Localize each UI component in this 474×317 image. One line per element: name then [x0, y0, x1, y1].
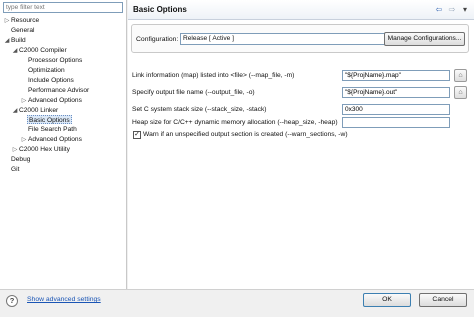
- heap-size-label: Heap size for C/C++ dynamic memory alloc…: [132, 119, 338, 126]
- tree-item-label: Git: [11, 166, 20, 173]
- tree-item-compiler-advanced-options[interactable]: ▷ Advanced Options: [20, 96, 82, 105]
- map-file-label: Link information (map) listed into <file…: [132, 72, 295, 79]
- tree-item-processor-options[interactable]: Processor Options: [28, 56, 82, 65]
- tree-item-label: C2000 Linker: [19, 107, 59, 114]
- tree-item-performance-advisor[interactable]: Performance Advisor: [28, 86, 89, 95]
- filter-input[interactable]: [3, 2, 123, 13]
- dialog-button-bar: ? Show advanced settings OK Cancel: [0, 289, 474, 317]
- tree-item-resource[interactable]: ▷ Resource: [3, 16, 40, 26]
- configuration-select[interactable]: Release [ Active ] ▼: [180, 33, 408, 45]
- tree-item-optimization[interactable]: Optimization: [28, 66, 65, 75]
- manage-configurations-button[interactable]: Manage Configurations...: [384, 32, 465, 46]
- tree-item-basic-options[interactable]: Basic Options: [27, 115, 72, 124]
- tree-item-c2000-compiler[interactable]: ◢ C2000 Compiler: [11, 46, 67, 55]
- settings-tree-pane: ▷Resource General ◢Build ◢C2000 Compiler…: [0, 0, 127, 289]
- expand-icon[interactable]: ▷: [20, 97, 28, 106]
- back-arrow-icon[interactable]: ⇦: [433, 4, 445, 15]
- tree-item-hex-utility[interactable]: ▷ C2000 Hex Utility: [11, 145, 70, 154]
- tree-item-label: Performance Advisor: [28, 87, 90, 94]
- expand-icon[interactable]: ▷: [3, 17, 11, 26]
- heap-size-input[interactable]: [342, 117, 450, 128]
- tree-item-label: Optimization: [28, 67, 65, 74]
- stack-size-input[interactable]: [342, 104, 450, 115]
- tree-item-label: Debug: [11, 156, 31, 163]
- settings-panel: Basic Options ⇦ ⇨ ▾ Configuration: Relea…: [128, 0, 474, 289]
- tree-item-general[interactable]: General: [3, 26, 34, 35]
- page-title: Basic Options: [133, 5, 187, 14]
- tree-item-label: C2000 Hex Utility: [19, 146, 70, 153]
- tree-item-c2000-linker[interactable]: ◢ C2000 Linker: [11, 106, 59, 116]
- collapse-icon[interactable]: ◢: [11, 47, 19, 56]
- tree-item-file-search-path[interactable]: File Search Path: [28, 125, 77, 134]
- configuration-label: Configuration:: [136, 36, 179, 43]
- configuration-value: Release [ Active ]: [183, 35, 234, 42]
- map-file-input[interactable]: [342, 70, 450, 81]
- tree-item-label: Processor Options: [28, 57, 83, 64]
- tree-item-build[interactable]: ◢ Build: [3, 36, 26, 45]
- output-file-input[interactable]: [342, 87, 450, 98]
- forward-arrow-icon[interactable]: ⇨: [446, 4, 458, 15]
- tree-item-debug[interactable]: Debug: [3, 155, 30, 164]
- tree-item-label: Basic Options: [29, 117, 70, 124]
- tree-item-label: Advanced Options: [28, 136, 82, 143]
- output-file-label: Specify output file name (--output_file,…: [132, 89, 255, 96]
- cancel-button[interactable]: Cancel: [419, 293, 467, 307]
- tree-item-label: Build: [11, 37, 26, 44]
- help-icon[interactable]: ?: [6, 295, 18, 307]
- show-advanced-settings-link[interactable]: Show advanced settings: [27, 296, 101, 303]
- tree-item-linker-advanced-options[interactable]: ▷ Advanced Options: [20, 135, 82, 144]
- tree-item-label: File Search Path: [28, 126, 77, 133]
- warn-sections-checkbox[interactable]: ✓: [133, 131, 141, 139]
- expand-icon[interactable]: ▷: [11, 146, 19, 155]
- browse-file-icon[interactable]: ⌂: [454, 69, 467, 82]
- tree-item-include-options[interactable]: Include Options: [28, 76, 74, 85]
- ok-button[interactable]: OK: [363, 293, 411, 307]
- tree-item-label: General: [11, 27, 35, 34]
- stack-size-label: Set C system stack size (--stack_size, -…: [132, 106, 267, 113]
- tree-item-label: Resource: [11, 17, 40, 24]
- tree-item-label: Advanced Options: [28, 97, 82, 104]
- collapse-icon[interactable]: ◢: [3, 37, 11, 46]
- warn-sections-label: Warn if an unspecified output section is…: [143, 131, 348, 138]
- view-menu-icon[interactable]: ▾: [459, 4, 471, 15]
- browse-file-icon[interactable]: ⌂: [454, 86, 467, 99]
- panel-header: Basic Options ⇦ ⇨ ▾: [128, 0, 474, 20]
- tree-item-label: Include Options: [28, 77, 74, 84]
- tree-item-git[interactable]: Git: [3, 165, 19, 174]
- expand-icon[interactable]: ▷: [20, 136, 28, 145]
- collapse-icon[interactable]: ◢: [11, 107, 19, 116]
- tree-item-label: C2000 Compiler: [19, 47, 67, 54]
